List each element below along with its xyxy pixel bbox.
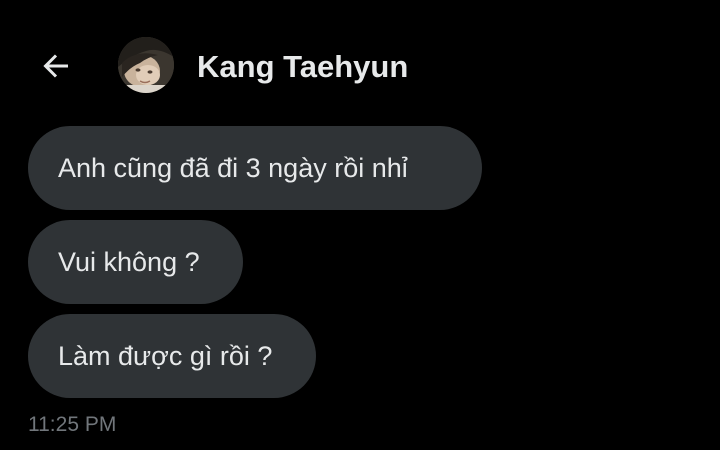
contact-name[interactable]: Kang Taehyun (197, 48, 408, 86)
contact-avatar[interactable] (118, 37, 174, 93)
back-button[interactable] (36, 46, 76, 86)
message-bubble[interactable]: Vui không ? (28, 220, 243, 304)
message-bubble[interactable]: Làm được gì rồi ? (28, 314, 316, 398)
arrow-left-icon (43, 54, 68, 78)
conversation-header: Kang Taehyun (0, 0, 720, 130)
avatar-image (118, 37, 174, 93)
message-bubble[interactable]: Anh cũng đã đi 3 ngày rồi nhỉ (28, 126, 482, 210)
message-timestamp: 11:25 PM (28, 413, 117, 436)
